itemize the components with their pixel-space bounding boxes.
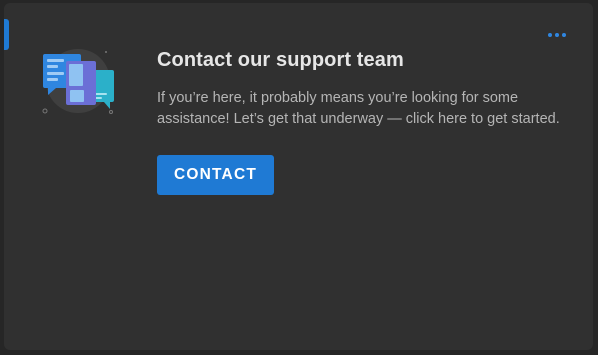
more-dot xyxy=(562,33,566,37)
card-description: If you’re here, it probably means you’re… xyxy=(157,90,560,127)
contact-button[interactable]: CONTACT xyxy=(157,155,275,195)
more-dot xyxy=(548,33,552,37)
card-title: Contact our support team xyxy=(157,49,404,71)
support-card: Contact our support team If you’re here,… xyxy=(4,3,593,350)
card-accent-bar xyxy=(4,19,9,50)
more-options-icon[interactable] xyxy=(545,28,569,42)
card-content: Contact our support team If you’re here,… xyxy=(157,46,577,195)
more-dot xyxy=(555,33,559,37)
chat-bubbles-icon xyxy=(40,47,120,123)
